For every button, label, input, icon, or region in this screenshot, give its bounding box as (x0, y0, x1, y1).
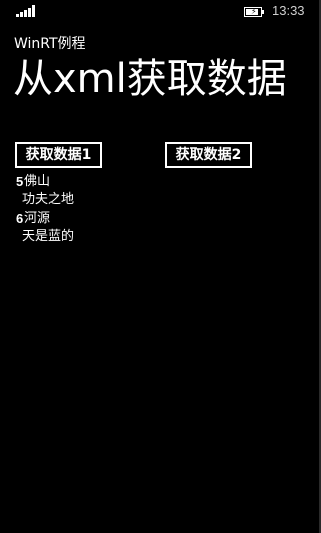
get-data-2-button[interactable]: 获取数据2 (165, 142, 252, 168)
charging-plug-icon: ⚡ (251, 7, 257, 16)
list-item[interactable]: 5 佛山 功夫之地 (16, 174, 296, 211)
page-title: 从xml获取数据 (13, 56, 287, 102)
phone-screen: ⚡ 13:33 WinRT例程 从xml获取数据 获取数据1 获取数据2 5 佛… (0, 0, 321, 533)
cellular-signal-icon (16, 5, 36, 17)
result-name: 佛山 (24, 174, 51, 189)
result-id: 5 (16, 174, 24, 189)
result-description: 功夫之地 (22, 192, 75, 207)
result-id: 6 (16, 211, 24, 226)
result-name: 河源 (24, 211, 51, 226)
results-list: 5 佛山 功夫之地 6 河源 天是蓝的 (16, 174, 296, 248)
get-data-1-button[interactable]: 获取数据1 (15, 142, 102, 168)
list-item[interactable]: 6 河源 天是蓝的 (16, 211, 296, 248)
status-time: 13:33 (272, 3, 305, 18)
result-description: 天是蓝的 (22, 229, 75, 244)
status-bar: ⚡ 13:33 (0, 0, 321, 24)
